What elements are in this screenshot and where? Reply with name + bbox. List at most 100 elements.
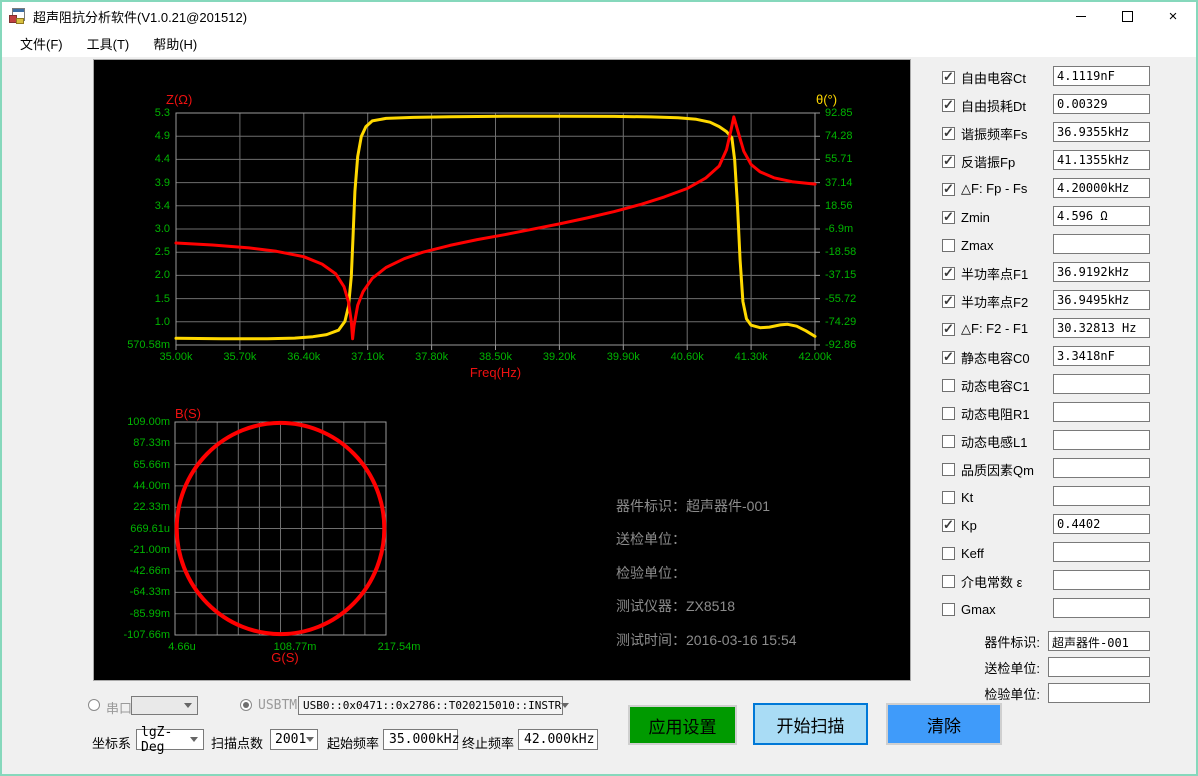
maximize-button[interactable] [1104,2,1150,30]
z-axis-tick: 1.0 [112,315,170,329]
menu-item-help[interactable]: 帮助(H) [141,29,209,58]
param-checkbox[interactable] [942,239,955,252]
usbtmc-address-combo[interactable]: USB0::0x0471::0x2786::T020215010::INSTR [298,696,563,715]
param-checkbox[interactable] [942,351,955,364]
maximize-icon [1122,11,1133,22]
param-checkbox[interactable] [942,379,955,392]
serial-radio[interactable] [88,699,100,711]
param-row: Kt [938,483,1194,511]
b-axis-label: B(S) [175,407,201,421]
menu-item-file[interactable]: 文件(F) [8,29,75,58]
param-label: △F: Fp - Fs [961,181,1027,197]
param-checkbox[interactable] [942,127,955,140]
param-checkbox[interactable] [942,575,955,588]
param-value-input[interactable]: 36.9495kHz [1053,290,1150,310]
param-value-input[interactable] [1053,542,1150,562]
param-checkbox[interactable] [942,155,955,168]
param-label: 自由电容Ct [961,68,1026,87]
stop-freq-label: 终止频率 [462,733,514,752]
param-row: Zmin 4.596 Ω [938,203,1194,231]
start-scan-button[interactable]: 开始扫描 [753,703,868,745]
param-value-input[interactable] [1053,430,1150,450]
z-axis-tick: 3.4 [112,199,170,213]
param-label: 自由损耗Dt [961,96,1026,115]
theta-axis-tick: 55.71 [825,152,853,166]
param-value-input[interactable] [1053,402,1150,422]
param-checkbox[interactable] [942,323,955,336]
param-label: 介电常数 ε [961,572,1022,591]
param-checkbox[interactable] [942,295,955,308]
device-field-row: 送检单位: [938,654,1194,680]
freq-axis-tick: 39.20k [531,350,587,364]
clear-button[interactable]: 清除 [886,703,1002,745]
param-row: Kp0.4402 [938,511,1194,539]
param-value-input[interactable]: 36.9192kHz [1053,262,1150,282]
param-label: 品质因素Qm [961,460,1034,479]
usbtmc-radio[interactable] [240,699,252,711]
param-checkbox[interactable] [942,603,955,616]
param-checkbox[interactable] [942,547,955,560]
scan-points-combo[interactable]: 2001 [270,729,318,750]
param-value-input[interactable]: 4.1119nF [1053,66,1150,86]
param-value-input[interactable] [1053,234,1150,254]
param-checkbox[interactable] [942,519,955,532]
coord-system-combo[interactable]: lgZ-Deg [136,729,204,750]
param-checkbox[interactable] [942,435,955,448]
param-value-input[interactable]: 0.4402 [1053,514,1150,534]
apply-settings-button[interactable]: 应用设置 [628,705,737,745]
param-checkbox[interactable] [942,183,955,196]
close-button[interactable]: × [1150,2,1196,30]
device-field-input[interactable]: 超声器件-001 [1048,631,1150,651]
device-field-input[interactable] [1048,683,1150,703]
param-row: 自由损耗Dt 0.00329 [938,91,1194,119]
param-label: Zmin [961,210,990,225]
param-label: Kt [961,490,973,505]
param-checkbox[interactable] [942,491,955,504]
param-value-input[interactable]: 3.3418nF [1053,346,1150,366]
param-value-input[interactable]: 4.20000kHz [1053,178,1150,198]
param-value-input[interactable]: 36.9355kHz [1053,122,1150,142]
param-row: 静态电容C0 3.3418nF [938,343,1194,371]
b-axis-tick: -85.99m [108,607,170,621]
param-value-input[interactable]: 0.00329 [1053,94,1150,114]
param-label: 动态电容C1 [961,376,1030,395]
minimize-button[interactable] [1058,2,1104,30]
param-checkbox[interactable] [942,267,955,280]
param-checkbox[interactable] [942,71,955,84]
start-freq-input[interactable]: 35.000kHz [383,729,458,750]
param-label: Keff [961,546,984,561]
z-axis-tick: 2.5 [112,245,170,259]
param-value-input[interactable] [1053,570,1150,590]
device-field-input[interactable] [1048,657,1150,677]
freq-axis-label: Freq(Hz) [176,366,815,380]
param-label: 静态电容C0 [961,348,1030,367]
param-value-input[interactable]: 4.596 Ω [1053,206,1150,226]
param-checkbox[interactable] [942,211,955,224]
g-axis-tick: 217.54m [364,640,434,654]
freq-axis-tick: 40.60k [659,350,715,364]
param-row: 半功率点F236.9495kHz [938,287,1194,315]
app-icon [9,8,25,24]
z-axis-tick: 4.9 [112,129,170,143]
param-checkbox[interactable] [942,463,955,476]
param-value-input[interactable] [1053,486,1150,506]
param-value-input[interactable] [1053,374,1150,394]
freq-axis-tick: 35.00k [148,350,204,364]
chevron-down-icon [190,737,198,742]
start-freq-label: 起始频率 [327,733,379,752]
param-value-input[interactable]: 41.1355kHz [1053,150,1150,170]
param-value-input[interactable] [1053,458,1150,478]
freq-axis-tick: 41.30k [723,350,779,364]
param-value-input[interactable] [1053,598,1150,618]
param-row: △F: F2 - F130.32813 Hz [938,315,1194,343]
param-value-input[interactable]: 30.32813 Hz [1053,318,1150,338]
b-axis-tick: 65.66m [108,458,170,472]
stop-freq-input[interactable]: 42.000kHz [518,729,598,750]
impedance-chart [176,113,815,345]
b-axis-tick: 87.33m [108,436,170,450]
menu-item-tools[interactable]: 工具(T) [75,29,142,58]
serial-port-combo[interactable] [131,696,198,715]
param-checkbox[interactable] [942,99,955,112]
theta-axis-tick: -18.58 [825,245,856,259]
param-checkbox[interactable] [942,407,955,420]
